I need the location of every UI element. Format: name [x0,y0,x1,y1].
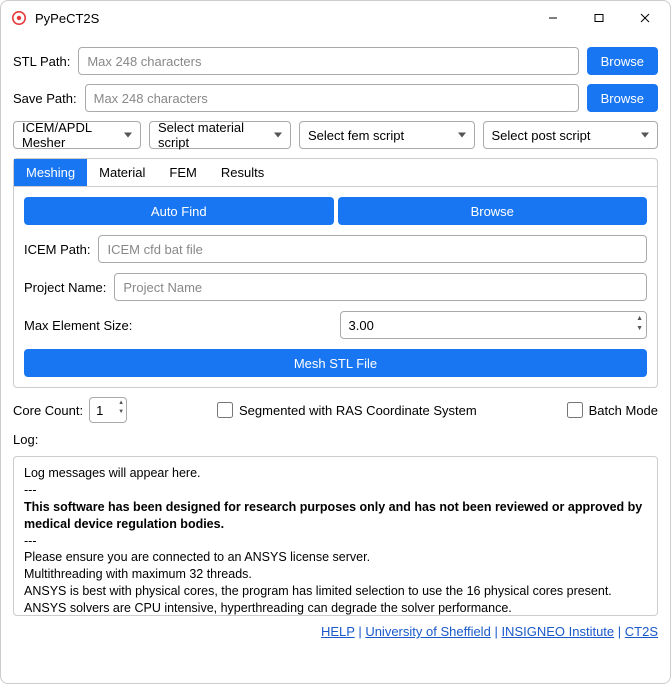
tabs-container: Meshing Material FEM Results Auto Find B… [13,158,658,388]
max-element-size-input[interactable] [340,311,648,339]
max-element-spinner[interactable]: ▲▼ [636,314,643,334]
titlebar: PyPeCT2S [1,1,670,35]
chevron-down-icon: ▼ [118,408,124,417]
save-path-input[interactable] [85,84,579,112]
help-link[interactable]: HELP [321,624,355,639]
save-browse-button[interactable]: Browse [587,84,658,112]
icem-browse-button[interactable]: Browse [338,197,648,225]
save-path-label: Save Path: [13,91,77,106]
icem-path-label: ICEM Path: [24,242,90,257]
minimize-button[interactable] [530,2,576,34]
stl-path-row: STL Path: Browse [13,47,658,75]
tab-meshing[interactable]: Meshing [14,159,87,186]
stl-path-label: STL Path: [13,54,70,69]
footer-links: HELP | University of Sheffield | INSIGNE… [1,622,670,645]
log-warning: This software has been designed for rese… [24,499,647,533]
chevron-up-icon: ▲ [118,399,124,408]
log-output: Log messages will appear here. --- This … [13,456,658,616]
post-script-select[interactable]: Select post script [483,121,659,149]
log-label: Log: [13,432,658,447]
log-line: ANSYS solvers are CPU intensive, hyperth… [24,600,647,616]
stl-browse-button[interactable]: Browse [587,47,658,75]
log-line: --- [24,482,647,499]
ras-checkbox-wrapper[interactable]: Segmented with RAS Coordinate System [217,402,477,418]
tab-material[interactable]: Material [87,159,157,186]
stl-path-input[interactable] [78,47,578,75]
tab-body-meshing: Auto Find Browse ICEM Path: Project Name… [14,187,657,387]
log-line: Multithreading with maximum 32 threads. [24,566,647,583]
mesh-stl-button[interactable]: Mesh STL File [24,349,647,377]
project-name-label: Project Name: [24,280,106,295]
max-element-size-label: Max Element Size: [24,318,332,333]
chevron-up-icon: ▲ [636,314,643,324]
ras-label: Segmented with RAS Coordinate System [239,403,477,418]
chevron-down-icon: ▼ [636,324,643,334]
app-window: PyPeCT2S STL Path: Browse Save Path: Bro… [0,0,671,684]
core-count-label: Core Count: [13,403,83,418]
tab-results[interactable]: Results [209,159,276,186]
ras-checkbox[interactable] [217,402,233,418]
maximize-button[interactable] [576,2,622,34]
script-select-row: ICEM/APDL Mesher Select material script … [13,121,658,149]
log-line: ANSYS is best with physical cores, the p… [24,583,647,600]
project-name-input[interactable] [114,273,647,301]
material-script-select[interactable]: Select material script [149,121,291,149]
mesher-select[interactable]: ICEM/APDL Mesher [13,121,141,149]
save-path-row: Save Path: Browse [13,84,658,112]
auto-find-button[interactable]: Auto Find [24,197,334,225]
log-line: Please ensure you are connected to an AN… [24,549,647,566]
close-button[interactable] [622,2,668,34]
batch-checkbox-wrapper[interactable]: Batch Mode [567,402,658,418]
batch-checkbox[interactable] [567,402,583,418]
insigneo-link[interactable]: INSIGNEO Institute [501,624,614,639]
core-count-spinner[interactable]: ▲▼ [118,399,124,417]
options-row: Core Count: ▲▼ Segmented with RAS Coordi… [13,397,658,423]
batch-label: Batch Mode [589,403,658,418]
app-logo-icon [11,10,27,26]
uos-link[interactable]: University of Sheffield [365,624,491,639]
tab-fem[interactable]: FEM [157,159,208,186]
tabbar: Meshing Material FEM Results [14,159,657,187]
icem-path-input[interactable] [98,235,647,263]
log-line: Log messages will appear here. [24,465,647,482]
app-title: PyPeCT2S [35,11,530,26]
log-line: --- [24,533,647,550]
fem-script-select[interactable]: Select fem script [299,121,475,149]
ct2s-link[interactable]: CT2S [625,624,658,639]
